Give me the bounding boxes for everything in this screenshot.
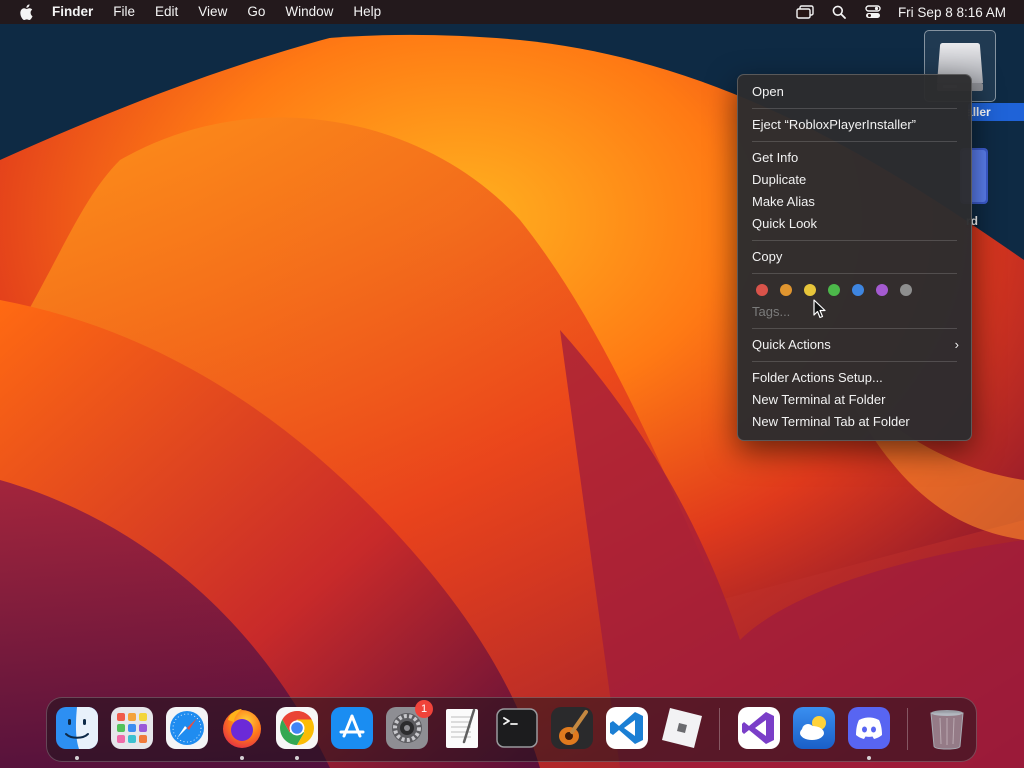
app-store-icon bbox=[331, 707, 373, 749]
tag-blue[interactable] bbox=[852, 284, 864, 296]
dock-item-discord[interactable] bbox=[847, 706, 891, 760]
menu-separator bbox=[752, 141, 957, 142]
menu-separator bbox=[752, 240, 957, 241]
tag-color-row bbox=[738, 279, 971, 301]
tag-orange[interactable] bbox=[780, 284, 792, 296]
menu-separator bbox=[752, 108, 957, 109]
dock-item-trash[interactable] bbox=[925, 706, 969, 750]
dock: 1 bbox=[46, 697, 977, 762]
drive-label[interactable]: RobloxPlayerInstaller bbox=[968, 103, 1024, 121]
apple-menu-icon[interactable] bbox=[18, 3, 34, 21]
menu-app-name[interactable]: Finder bbox=[52, 0, 103, 24]
quick-actions-label: Quick Actions bbox=[752, 337, 831, 352]
finder-icon bbox=[56, 707, 98, 749]
firefox-icon bbox=[223, 709, 261, 748]
menu-help[interactable]: Help bbox=[343, 0, 391, 24]
menu-bar-clock[interactable]: Fri Sep 8 8:16 AM bbox=[890, 5, 1024, 20]
visual-studio-icon bbox=[738, 707, 780, 749]
menu-item-get-info[interactable]: Get Info bbox=[738, 147, 971, 169]
running-indicator bbox=[867, 756, 871, 760]
dock-item-vscode[interactable] bbox=[605, 706, 649, 750]
running-indicator bbox=[295, 756, 299, 760]
control-center-icon[interactable] bbox=[863, 4, 883, 20]
context-menu: Open Eject “RobloxPlayerInstaller” Get I… bbox=[737, 74, 972, 441]
desktop: Finder File Edit View Go Window Help Fri… bbox=[0, 0, 1024, 768]
dock-item-firefox[interactable] bbox=[220, 706, 264, 760]
menu-item-duplicate[interactable]: Duplicate bbox=[738, 169, 971, 191]
dock-divider bbox=[907, 708, 908, 750]
submenu-chevron-icon: › bbox=[954, 337, 959, 352]
running-indicator bbox=[240, 756, 244, 760]
trash-icon bbox=[930, 710, 964, 750]
menu-item-folder-actions[interactable]: Folder Actions Setup... bbox=[738, 367, 971, 389]
mouse-pointer-icon bbox=[813, 299, 826, 319]
menu-separator bbox=[752, 328, 957, 329]
discord-icon bbox=[848, 707, 890, 749]
menu-item-copy[interactable]: Copy bbox=[738, 246, 971, 268]
menu-item-new-terminal-tab[interactable]: New Terminal Tab at Folder bbox=[738, 411, 971, 433]
dock-item-roblox[interactable] bbox=[660, 706, 704, 750]
weather-icon bbox=[793, 707, 835, 749]
menu-item-quick-actions[interactable]: Quick Actions › bbox=[738, 334, 971, 356]
textedit-icon bbox=[446, 708, 478, 748]
drive-label-text: RobloxPlayerInstaller bbox=[968, 105, 991, 119]
tag-yellow[interactable] bbox=[804, 284, 816, 296]
menu-bar-status: Fri Sep 8 8:16 AM bbox=[788, 0, 1024, 24]
vscode-icon bbox=[606, 707, 648, 749]
dock-item-chrome[interactable] bbox=[275, 706, 319, 760]
tag-purple[interactable] bbox=[876, 284, 888, 296]
menu-go[interactable]: Go bbox=[237, 0, 275, 24]
dock-item-system-settings[interactable]: 1 bbox=[385, 700, 433, 750]
tag-red[interactable] bbox=[756, 284, 768, 296]
menu-item-make-alias[interactable]: Make Alias bbox=[738, 191, 971, 213]
dock-item-garageband[interactable] bbox=[550, 706, 594, 750]
screen-mirroring-icon[interactable] bbox=[795, 4, 815, 20]
menu-edit[interactable]: Edit bbox=[145, 0, 188, 24]
menu-bar: Finder File Edit View Go Window Help Fri… bbox=[0, 0, 1024, 24]
menu-separator bbox=[752, 361, 957, 362]
dock-divider bbox=[719, 708, 720, 750]
menu-item-open[interactable]: Open bbox=[738, 81, 971, 103]
menu-item-eject[interactable]: Eject “RobloxPlayerInstaller” bbox=[738, 114, 971, 136]
menu-file[interactable]: File bbox=[103, 0, 145, 24]
dock-item-launchpad[interactable] bbox=[110, 706, 154, 750]
menu-item-new-terminal[interactable]: New Terminal at Folder bbox=[738, 389, 971, 411]
dock-item-finder[interactable] bbox=[55, 706, 99, 760]
dock-item-weather[interactable] bbox=[792, 706, 836, 750]
safari-icon bbox=[166, 707, 208, 749]
launchpad-icon bbox=[111, 707, 153, 749]
garageband-icon bbox=[551, 707, 593, 749]
tag-gray[interactable] bbox=[900, 284, 912, 296]
menu-item-quick-look[interactable]: Quick Look bbox=[738, 213, 971, 235]
chrome-icon bbox=[276, 707, 318, 749]
menu-view[interactable]: View bbox=[188, 0, 237, 24]
terminal-icon bbox=[496, 708, 538, 748]
menu-item-tags[interactable]: Tags... bbox=[738, 301, 971, 323]
menu-window[interactable]: Window bbox=[275, 0, 343, 24]
menu-separator bbox=[752, 273, 957, 274]
dock-item-visual-studio[interactable] bbox=[737, 706, 781, 750]
dock-item-textedit[interactable] bbox=[440, 706, 484, 750]
dock-item-terminal[interactable] bbox=[495, 706, 539, 750]
roblox-icon bbox=[662, 708, 702, 748]
notification-badge: 1 bbox=[415, 700, 433, 718]
search-icon[interactable] bbox=[829, 4, 849, 20]
running-indicator bbox=[75, 756, 79, 760]
tag-green[interactable] bbox=[828, 284, 840, 296]
dock-item-safari[interactable] bbox=[165, 706, 209, 750]
dock-item-app-store[interactable] bbox=[330, 706, 374, 750]
